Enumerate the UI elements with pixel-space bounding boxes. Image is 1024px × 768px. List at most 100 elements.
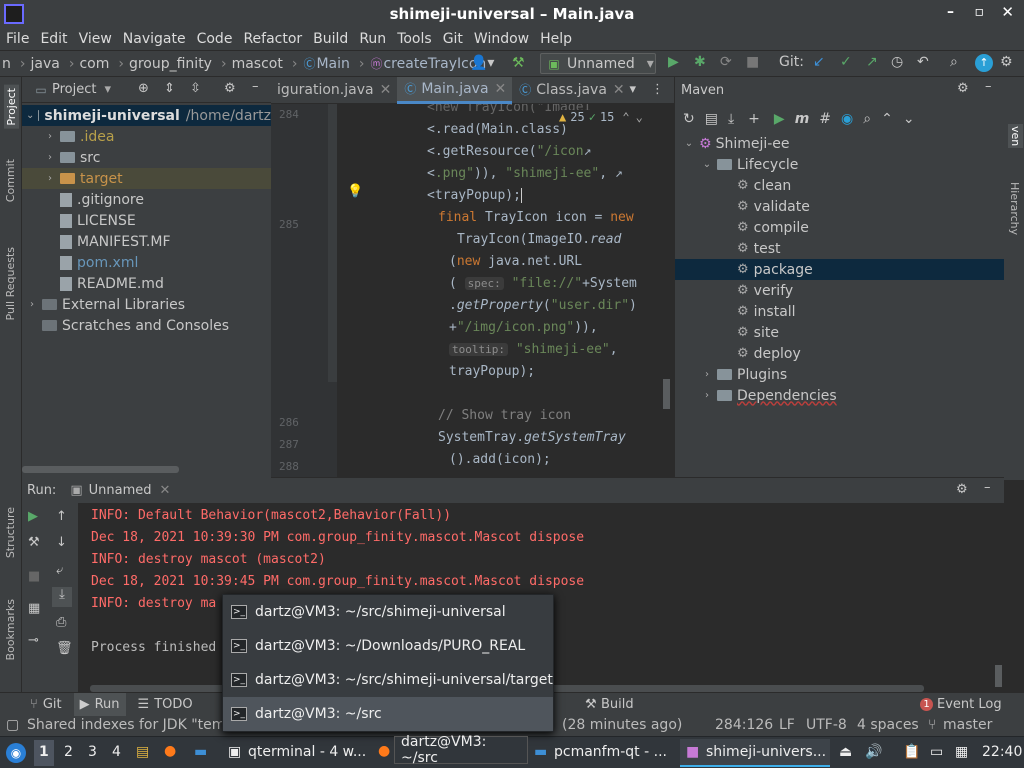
down-arrow-icon[interactable]: ↓	[56, 535, 67, 550]
close-icon[interactable]: ✕	[159, 483, 170, 498]
tree-item[interactable]: › External Libraries	[22, 294, 271, 315]
tab-todo[interactable]: TODO	[154, 697, 192, 712]
maximize-icon[interactable]: ▫	[975, 4, 985, 20]
inspection-widget[interactable]: ▲ 25 ✓ 15 ⌃ ⌄	[559, 110, 643, 124]
stop-icon[interactable]: ■	[746, 54, 759, 70]
menu-git[interactable]: Git	[443, 31, 463, 47]
menu-build[interactable]: Build	[313, 31, 348, 47]
breadcrumb-item[interactable]: n	[2, 56, 11, 72]
up-arrow-icon[interactable]: ↑	[56, 509, 67, 524]
menu-help[interactable]: Help	[540, 31, 572, 47]
terminal-window-item[interactable]: >_ dartz@VM3: ~/src/shimeji-universal/tar…	[223, 663, 553, 697]
tool-window-hierarchy[interactable]: Hierarchy	[1008, 182, 1021, 235]
firefox-icon[interactable]: ●	[378, 743, 390, 759]
git-commit-icon[interactable]: ✓	[840, 54, 852, 70]
close-icon[interactable]: ✕	[1001, 3, 1014, 21]
maven-phase-deploy[interactable]: ⚙ deploy	[675, 343, 1004, 364]
minimize-icon[interactable]: –	[947, 4, 954, 20]
menu-tools[interactable]: Tools	[397, 31, 432, 47]
breadcrumb-item[interactable]: Main	[316, 56, 349, 72]
firefox-icon[interactable]: ●	[164, 743, 176, 759]
stop-icon[interactable]: ■	[28, 569, 40, 584]
breadcrumb-item[interactable]: group_finity	[129, 56, 212, 72]
layout-icon[interactable]: ▦	[28, 601, 40, 616]
tree-item[interactable]: .gitignore	[22, 189, 271, 210]
task-intellij[interactable]: shimeji-univers...	[706, 744, 826, 760]
horizontal-scrollbar[interactable]	[22, 466, 179, 473]
tab-event-log[interactable]: Event Log	[937, 697, 1002, 712]
maven-phase-package[interactable]: ⚙ package	[675, 259, 1004, 280]
indent-setting[interactable]: 4 spaces	[857, 717, 919, 733]
tree-item[interactable]: MANIFEST.MF	[22, 231, 271, 252]
trash-icon[interactable]: 🗑	[56, 641, 73, 656]
search-icon[interactable]: ⌕	[863, 111, 871, 127]
hide-icon[interactable]: –	[984, 480, 991, 495]
maven-lifecycle[interactable]: ⌄ Lifecycle	[701, 154, 799, 175]
offline-icon[interactable]: ◉	[841, 111, 853, 127]
maven-phase-site[interactable]: ⚙ site	[675, 322, 1004, 343]
breadcrumb-item[interactable]: java	[30, 56, 59, 72]
desktop-2[interactable]: 2	[64, 744, 73, 760]
menu-view[interactable]: View	[79, 31, 112, 47]
git-push-icon[interactable]: ↗	[866, 54, 878, 70]
gear-icon[interactable]: ⚙	[956, 482, 968, 497]
file-manager-icon[interactable]: ▤	[136, 744, 149, 760]
run-icon[interactable]: ▶	[668, 54, 679, 70]
start-menu-icon[interactable]: ◉	[6, 743, 26, 763]
more-icon[interactable]: ⋮	[651, 82, 664, 97]
collapse-icon[interactable]: ⌃	[881, 111, 893, 127]
tree-item[interactable]: › target	[22, 168, 271, 189]
tree-item[interactable]: › .idea	[22, 126, 271, 147]
skip-tests-icon[interactable]: #	[819, 111, 831, 127]
user-icon[interactable]: 👤▾	[470, 55, 494, 71]
menu-code[interactable]: Code	[197, 31, 233, 47]
menu-navigate[interactable]: Navigate	[123, 31, 186, 47]
maven-project-root[interactable]: ⌄ ⚙ Shimeji-ee	[683, 133, 790, 154]
tab-build[interactable]: Build	[601, 697, 634, 712]
git-update-icon[interactable]: ↙	[813, 54, 825, 70]
file-encoding[interactable]: UTF-8	[806, 717, 847, 733]
git-branch[interactable]: master	[943, 717, 992, 733]
menu-edit[interactable]: Edit	[40, 31, 67, 47]
add-icon[interactable]: +	[748, 111, 760, 127]
keyboard-icon[interactable]: ⏏	[839, 744, 852, 760]
chevron-down-icon[interactable]: ▾	[104, 82, 111, 97]
menu-refactor[interactable]: Refactor	[243, 31, 302, 47]
maven-phase-install[interactable]: ⚙ install	[675, 301, 1004, 322]
pin-icon[interactable]: ⊸	[28, 633, 39, 648]
project-title[interactable]: Project	[52, 82, 96, 97]
tool-window-bookmarks[interactable]: Bookmarks	[4, 599, 17, 660]
tab-run[interactable]: ▶ Run	[73, 692, 126, 717]
lightbulb-icon[interactable]: 💡	[347, 184, 363, 199]
caret-position[interactable]: 284:126	[715, 717, 773, 733]
settings-icon[interactable]: ⚙	[1000, 54, 1013, 70]
task-qterminal[interactable]: qterminal - 4 w...	[248, 744, 366, 760]
volume-icon[interactable]: 🔊	[865, 744, 882, 760]
monitor-icon[interactable]: ▭	[930, 744, 943, 760]
tab-configuration[interactable]: iguration.java ✕	[271, 77, 397, 104]
tree-item[interactable]: pom.xml	[22, 252, 271, 273]
desktop-3[interactable]: 3	[88, 744, 97, 760]
terminal-window-item[interactable]: >_ dartz@VM3: ~/src	[223, 697, 553, 731]
reload-icon[interactable]: ↻	[683, 111, 695, 127]
run-config-select[interactable]: ▣ Unnamed ▾	[540, 53, 656, 74]
coverage-icon[interactable]: ⟳	[720, 54, 732, 70]
hide-icon[interactable]: –	[252, 79, 259, 94]
history-icon[interactable]: ◷	[891, 54, 903, 70]
gear-icon[interactable]: ⚙	[224, 81, 236, 96]
maven-phase-verify[interactable]: ⚙ verify	[675, 280, 1004, 301]
desktop-1[interactable]: 1	[39, 744, 49, 760]
terminal-window-item[interactable]: >_ dartz@VM3: ~/Downloads/PURO_REAL	[223, 629, 553, 663]
expand-icon[interactable]: ⇳	[190, 81, 201, 96]
tree-item[interactable]: LICENSE	[22, 210, 271, 231]
desktop-4[interactable]: 4	[112, 744, 121, 760]
rollback-icon[interactable]: ↶	[917, 54, 929, 70]
breadcrumb-item[interactable]: com	[79, 56, 109, 72]
maven-phase-compile[interactable]: ⚙ compile	[675, 217, 1004, 238]
debug-icon[interactable]: ✱	[694, 54, 706, 70]
tab-class-java[interactable]: Ⓒ Class.java ✕	[512, 77, 630, 104]
maven-goal-icon[interactable]: m	[795, 111, 810, 127]
network-icon[interactable]: ▦	[955, 744, 968, 760]
clock[interactable]: 22:40	[982, 744, 1022, 760]
soft-wrap-icon[interactable]: ⤶	[56, 563, 63, 578]
